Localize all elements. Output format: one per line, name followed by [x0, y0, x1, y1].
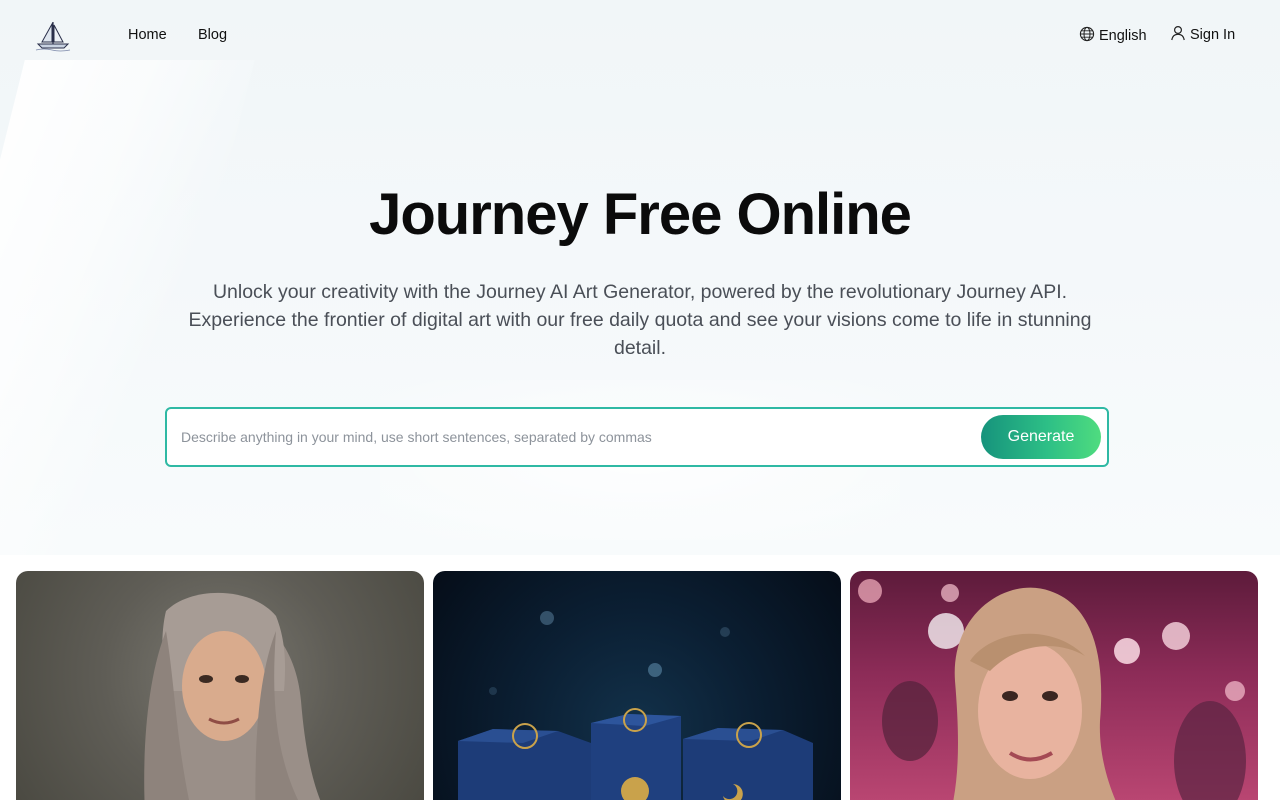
sign-in-label: Sign In	[1190, 27, 1236, 43]
gallery-image-party-portrait[interactable]	[850, 571, 1258, 800]
hero-subtitle: Unlock your creativity with the Journey …	[188, 281, 1092, 359]
sign-in-button[interactable]: Sign In	[1170, 25, 1235, 45]
image-gallery	[0, 555, 1280, 800]
gallery-image-dice-boxes[interactable]	[433, 571, 841, 800]
user-icon	[1170, 25, 1186, 45]
page: Home Blog English Sign In Journey Free O…	[0, 0, 1280, 800]
nav-home-link[interactable]: Home	[128, 27, 167, 43]
prompt-form: Generate	[165, 407, 1109, 467]
page-title: Journey Free Online	[369, 182, 912, 247]
nav-blog-link[interactable]: Blog	[198, 27, 227, 43]
sailboat-icon[interactable]	[34, 20, 72, 52]
hero-section: Home Blog English Sign In Journey Free O…	[0, 0, 1280, 555]
gallery-image-hijab-portrait[interactable]	[16, 571, 424, 800]
language-label: English	[1099, 28, 1147, 44]
globe-icon	[1079, 26, 1095, 46]
generate-button[interactable]: Generate	[981, 415, 1101, 459]
header: Home Blog English Sign In	[0, 0, 1280, 72]
prompt-input[interactable]	[181, 422, 971, 452]
language-selector[interactable]: English	[1079, 26, 1147, 46]
